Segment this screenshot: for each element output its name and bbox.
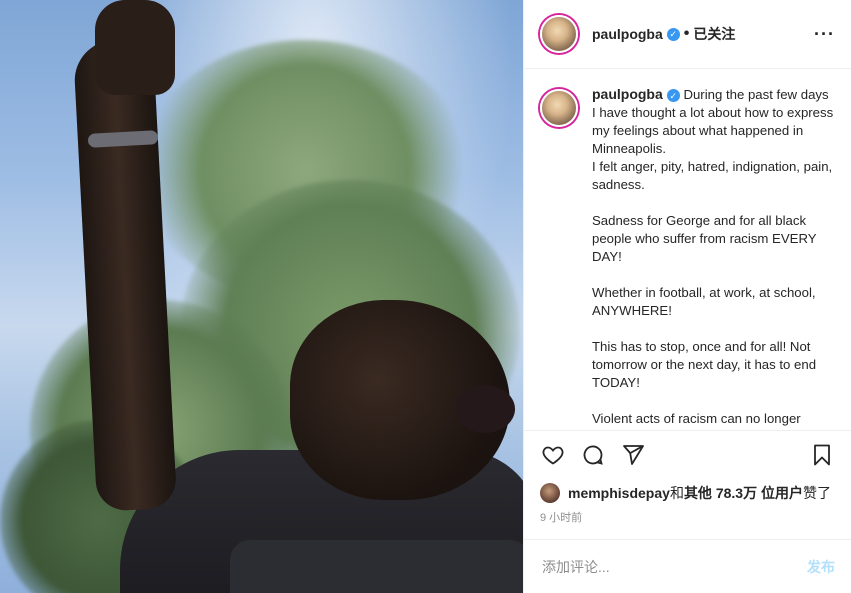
separator-dot: • <box>683 25 690 42</box>
likes-others[interactable]: 其他 78.3万 位用户 <box>684 483 803 503</box>
likes-summary: memphisdepay 和 其他 78.3万 位用户 赞了 <box>540 479 835 507</box>
person-ear <box>455 385 515 433</box>
verified-icon: ✓ <box>666 27 680 41</box>
raised-fist <box>95 0 175 95</box>
post-timestamp[interactable]: 9 小时前 <box>540 507 835 527</box>
caption-area: paulpogba ✓ During the past few days I ha… <box>524 69 851 430</box>
person-shoulder <box>230 540 523 593</box>
caption-username[interactable]: paulpogba <box>592 86 663 102</box>
heart-icon[interactable] <box>540 442 566 468</box>
liker-username[interactable]: memphisdepay <box>568 485 670 501</box>
comment-bar: 发布 <box>524 539 851 593</box>
post-side-panel: paulpogba ✓ • 已关注 ··· paulpogba ✓ During … <box>523 0 851 593</box>
caption: paulpogba ✓ During the past few days I ha… <box>592 85 835 430</box>
bookmark-icon[interactable] <box>809 442 835 468</box>
likes-suffix: 赞了 <box>802 485 831 501</box>
avatar[interactable] <box>540 89 578 127</box>
likes-connector: 和 <box>669 485 684 501</box>
post-dialog: paulpogba ✓ • 已关注 ··· paulpogba ✓ During … <box>0 0 851 593</box>
more-horizontal-icon[interactable]: ··· <box>814 24 835 45</box>
liker-avatar[interactable] <box>540 483 560 503</box>
username-link[interactable]: paulpogba <box>592 26 663 42</box>
post-comment-button[interactable]: 发布 <box>807 557 835 577</box>
avatar[interactable] <box>540 15 578 53</box>
action-bar <box>540 431 835 479</box>
actions-section: memphisdepay 和 其他 78.3万 位用户 赞了 9 小时前 <box>524 430 851 527</box>
comment-icon[interactable] <box>580 442 606 468</box>
post-photo[interactable] <box>0 0 523 593</box>
caption-text: During the past few days I have thought … <box>592 87 834 426</box>
comment-input[interactable] <box>540 557 807 576</box>
verified-icon: ✓ <box>666 89 680 103</box>
follow-status-button[interactable]: 已关注 <box>693 24 735 44</box>
share-icon[interactable] <box>620 442 646 468</box>
post-header: paulpogba ✓ • 已关注 ··· <box>524 0 851 69</box>
